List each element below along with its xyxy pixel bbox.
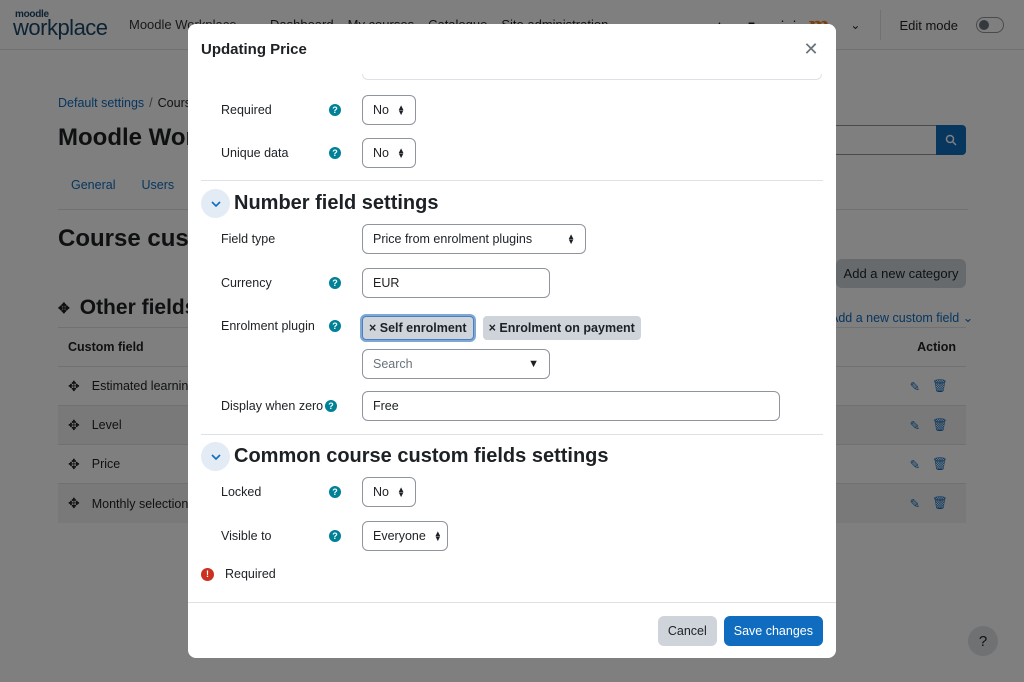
required-note: ! Required <box>201 567 276 581</box>
locked-label: Locked <box>221 485 262 499</box>
select-arrows-icon: ▲ ▼ <box>397 485 405 499</box>
chevron-down-icon[interactable] <box>201 442 230 471</box>
visible-to-row: Visible to ? Everyone ▲ ▼ <box>221 521 448 551</box>
chevron-down-icon[interactable] <box>201 189 230 218</box>
save-changes-button[interactable]: Save changes <box>723 615 823 646</box>
help-icon[interactable]: ? <box>329 277 341 289</box>
field-type-value: Price from enrolment plugins <box>373 232 533 246</box>
display-when-zero-row: Display when zero ? Free <box>221 391 780 421</box>
visible-to-value: Everyone <box>373 529 426 543</box>
required-exclamation-icon: ! <box>201 567 214 581</box>
divider <box>201 434 823 435</box>
help-icon[interactable]: ? <box>329 147 341 159</box>
help-icon[interactable]: ? <box>325 400 337 412</box>
field-type-row: Field type Price from enrolment plugins … <box>221 224 586 254</box>
required-select[interactable]: No ▲ ▼ <box>362 95 416 125</box>
section-title: Common course custom fields settings <box>234 445 609 467</box>
updating-price-modal: Updating Price ✕ p 0 words Build with Ti… <box>188 24 836 658</box>
currency-input[interactable]: EUR <box>362 268 550 298</box>
currency-label: Currency <box>221 276 272 290</box>
display-when-zero-value: Free <box>373 399 399 413</box>
required-label: Required <box>221 103 272 117</box>
field-type-label: Field type <box>221 232 276 246</box>
currency-row: Currency ? EUR <box>221 268 550 298</box>
visible-to-select[interactable]: Everyone ▲ ▼ <box>362 521 448 551</box>
unique-data-select[interactable]: No ▲ ▼ <box>362 138 416 168</box>
modal-header: Updating Price ✕ <box>188 24 836 74</box>
select-arrows-icon: ▲ ▼ <box>397 103 405 117</box>
select-arrows-icon: ▲ ▼ <box>567 232 575 246</box>
help-icon[interactable]: ? <box>329 104 341 116</box>
description-editor-statusbar: p 0 words Build with TinyMCE <box>362 74 822 80</box>
enrolment-plugin-label: Enrolment plugin <box>221 319 315 333</box>
required-note-text: Required <box>225 567 276 581</box>
select-arrows-icon: ▲ ▼ <box>397 146 405 160</box>
close-icon[interactable]: ✕ <box>801 39 821 60</box>
chip-self-enrolment[interactable]: × Self enrolment <box>362 316 474 340</box>
unique-data-value: No <box>373 146 389 160</box>
enrolment-plugin-row: Enrolment plugin ? × Self enrolment × En… <box>221 316 641 379</box>
locked-row: Locked ? No ▲ ▼ <box>221 477 416 507</box>
selected-chips: × Self enrolment × Enrolment on payment <box>362 316 641 340</box>
required-row: Required ? No ▲ ▼ <box>221 95 416 125</box>
modal-footer: Cancel Save changes <box>188 602 836 658</box>
currency-value: EUR <box>373 276 400 290</box>
modal-title: Updating Price <box>201 40 307 58</box>
locked-value: No <box>373 485 389 499</box>
enrolment-search-input[interactable]: Search ▼ <box>362 349 550 379</box>
help-icon[interactable]: ? <box>329 320 341 332</box>
enrolment-plugin-autocomplete: × Self enrolment × Enrolment on payment … <box>362 316 641 379</box>
visible-to-label: Visible to <box>221 529 272 543</box>
number-field-settings-header[interactable]: Number field settings <box>201 189 438 218</box>
chip-enrolment-on-payment[interactable]: × Enrolment on payment <box>482 316 641 340</box>
display-when-zero-label: Display when zero <box>221 399 324 413</box>
help-icon[interactable]: ? <box>329 486 341 498</box>
field-type-select[interactable]: Price from enrolment plugins ▲ ▼ <box>362 224 586 254</box>
required-value: No <box>373 103 389 117</box>
divider <box>201 180 823 181</box>
unique-data-label: Unique data <box>221 146 289 160</box>
help-icon[interactable]: ? <box>329 530 341 542</box>
locked-select[interactable]: No ▲ ▼ <box>362 477 416 507</box>
display-when-zero-input[interactable]: Free <box>362 391 780 421</box>
cancel-button[interactable]: Cancel <box>657 615 717 646</box>
select-arrows-icon: ▲ ▼ <box>433 529 442 543</box>
dropdown-triangle-icon[interactable]: ▼ <box>528 358 539 370</box>
modal-body[interactable]: p 0 words Build with TinyMCE Required ? … <box>188 74 836 602</box>
unique-data-row: Unique data ? No ▲ ▼ <box>221 138 416 168</box>
search-placeholder: Search <box>373 357 413 371</box>
section-title: Number field settings <box>234 192 439 214</box>
common-settings-header[interactable]: Common course custom fields settings <box>201 442 609 471</box>
